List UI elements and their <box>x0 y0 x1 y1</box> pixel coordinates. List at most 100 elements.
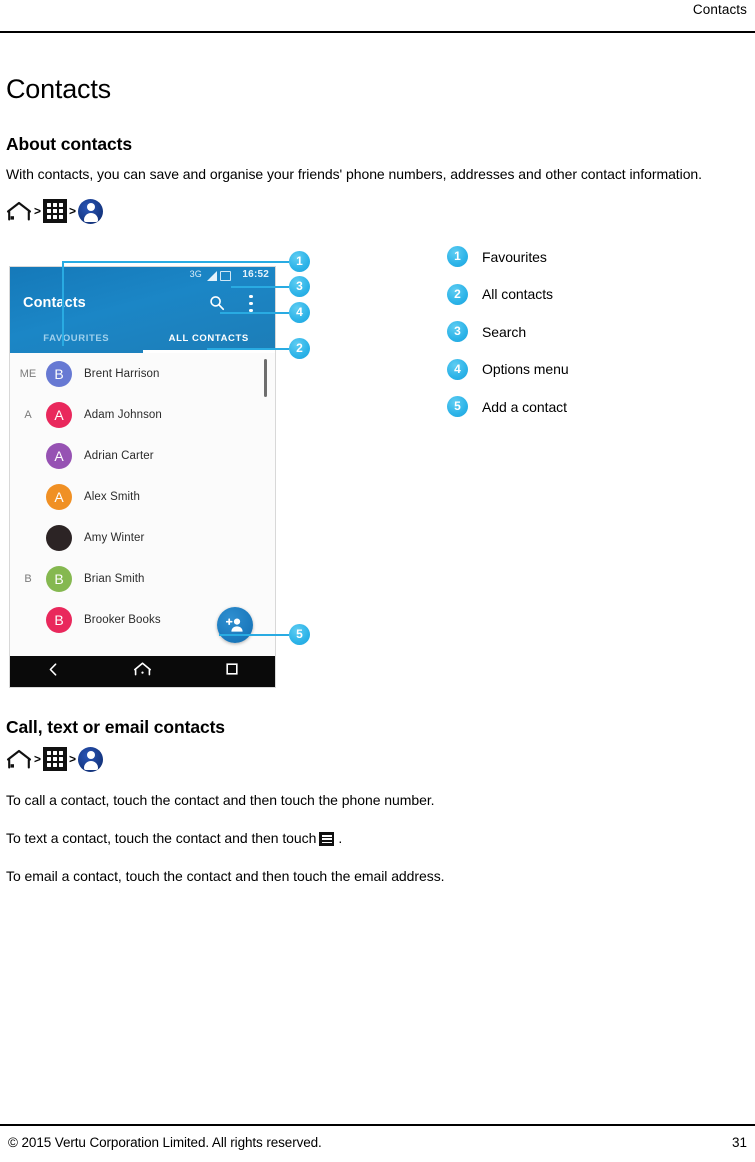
phone-screenshot: 3G 16:52 Contacts FAVOURITES ALL CONTACT… <box>10 267 275 687</box>
add-contact-fab[interactable] <box>217 607 253 643</box>
leader-line-1-horizontal <box>62 261 289 263</box>
contacts-person-icon <box>78 746 104 772</box>
section-letter: A <box>24 408 32 421</box>
header-divider <box>0 31 755 33</box>
figure-contacts-screen: 1 3 4 2 5 3G 16:52 Contacts FAVOURITES A… <box>6 244 746 694</box>
instruction-text-after: . <box>338 830 343 846</box>
list-item[interactable]: B B Brian Smith <box>10 558 275 599</box>
signal-triangle-icon <box>207 271 217 281</box>
leader-line-1-vertical <box>62 262 64 346</box>
leader-line-5 <box>219 634 289 636</box>
avatar: A <box>46 401 72 428</box>
callout-badge-3: 3 <box>289 276 310 297</box>
contact-name: Adrian Carter <box>84 449 154 462</box>
about-contacts-body: With contacts, you can save and organise… <box>6 166 703 182</box>
list-item[interactable]: A Adrian Carter <box>10 435 275 476</box>
legend-label-3: Search <box>482 323 527 340</box>
search-icon[interactable] <box>209 295 225 311</box>
list-item[interactable]: ME B Brent Harrison <box>10 353 275 394</box>
overflow-menu-icon[interactable] <box>249 295 253 312</box>
section-heading-about-contacts: About contacts <box>6 134 132 154</box>
tab-favourites[interactable]: FAVOURITES <box>10 329 143 353</box>
search-icon-glyph <box>210 296 225 311</box>
legend-label-5: Add a contact <box>482 398 567 415</box>
home-icon-glyph <box>134 662 152 676</box>
leader-line-2 <box>207 348 289 350</box>
breadcrumb-about-contacts: > > <box>6 196 746 226</box>
instruction-text-before: To text a contact, touch the contact and… <box>6 830 317 846</box>
avatar: B <box>46 360 72 387</box>
breadcrumb-call-text-email: > > <box>6 744 746 774</box>
section-letter: B <box>24 572 32 585</box>
legend-label-4: Options menu <box>482 361 569 377</box>
legend-badge-2: 2 <box>447 283 468 305</box>
legend-item-search: 3 Search <box>447 319 747 344</box>
back-icon-glyph <box>49 662 57 676</box>
page-content: Contacts About contacts With contacts, y… <box>6 48 746 886</box>
list-item[interactable]: A Alex Smith <box>10 476 275 517</box>
instruction-call: To call a contact, touch the contact and… <box>6 792 435 808</box>
legend-item-options-menu: 4 Options menu <box>447 357 747 382</box>
callout-badge-4: 4 <box>289 302 310 323</box>
avatar <box>46 524 72 551</box>
legend-badge-4: 4 <box>447 358 468 380</box>
page-title: Contacts <box>6 74 111 104</box>
battery-icon <box>220 271 231 281</box>
breadcrumb-separator-2: > <box>69 752 77 766</box>
legend-badge-5: 5 <box>447 396 468 417</box>
contact-name: Brent Harrison <box>84 367 160 380</box>
home-icon <box>6 200 32 222</box>
callout-badge-2: 2 <box>289 338 310 359</box>
status-network-label: 3G <box>189 269 202 279</box>
phone-app-bar: 3G 16:52 Contacts FAVOURITES ALL CONTACT… <box>10 267 275 353</box>
contacts-person-icon <box>78 198 104 224</box>
instruction-email: To email a contact, touch the contact an… <box>6 868 445 884</box>
legend-item-favourites: 1 Favourites <box>447 244 747 269</box>
avatar: A <box>46 483 72 510</box>
running-header: Contacts <box>0 0 755 32</box>
contact-name: Brian Smith <box>84 572 145 585</box>
avatar: B <box>46 565 72 592</box>
legend-item-add-a-contact: 5 Add a contact <box>447 394 747 419</box>
list-item[interactable]: Amy Winter <box>10 517 275 558</box>
running-header-text: Contacts <box>692 2 747 17</box>
breadcrumb-separator-1: > <box>34 204 42 218</box>
avatar: B <box>46 606 72 633</box>
leader-line-3 <box>231 286 289 288</box>
contact-name: Alex Smith <box>84 490 140 503</box>
home-icon[interactable] <box>133 661 152 682</box>
figure-legend: 1 Favourites 2 All contacts 3 Search 4 O… <box>447 244 747 432</box>
breadcrumb-separator-1: > <box>34 752 42 766</box>
avatar: A <box>46 442 72 469</box>
footer-page-number: 31 <box>731 1135 747 1150</box>
legend-badge-1: 1 <box>447 246 468 267</box>
breadcrumb-separator-2: > <box>69 204 77 218</box>
contact-name: Adam Johnson <box>84 408 162 421</box>
home-icon-glyph <box>6 201 32 221</box>
phone-app-title: Contacts <box>23 295 86 311</box>
section-letter: ME <box>19 367 37 380</box>
legend-item-all-contacts: 2 All contacts <box>447 282 747 307</box>
home-icon-glyph <box>6 749 32 769</box>
section-heading-call-text-email: Call, text or email contacts <box>6 717 225 737</box>
legend-label-1: Favourites <box>482 248 547 265</box>
recents-icon[interactable] <box>225 662 239 681</box>
recents-icon-glyph <box>226 663 238 675</box>
android-nav-bar <box>10 656 275 687</box>
contact-name: Brooker Books <box>84 613 161 626</box>
contact-name: Amy Winter <box>84 531 145 544</box>
status-bar: 3G 16:52 <box>10 267 275 284</box>
callout-badge-5: 5 <box>289 624 310 645</box>
leader-line-4 <box>220 312 289 314</box>
list-item[interactable]: A A Adam Johnson <box>10 394 275 435</box>
message-icon <box>319 832 335 846</box>
footer-copyright: © 2015 Vertu Corporation Limited. All ri… <box>8 1135 322 1150</box>
callout-badge-1: 1 <box>289 251 310 272</box>
legend-badge-3: 3 <box>447 321 468 342</box>
footer-divider <box>0 1124 755 1126</box>
status-time: 16:52 <box>242 269 269 280</box>
back-icon[interactable] <box>46 662 61 682</box>
add-contact-icon <box>226 618 243 632</box>
legend-label-2: All contacts <box>482 286 553 302</box>
instruction-text: To text a contact, touch the contact and… <box>6 828 728 848</box>
